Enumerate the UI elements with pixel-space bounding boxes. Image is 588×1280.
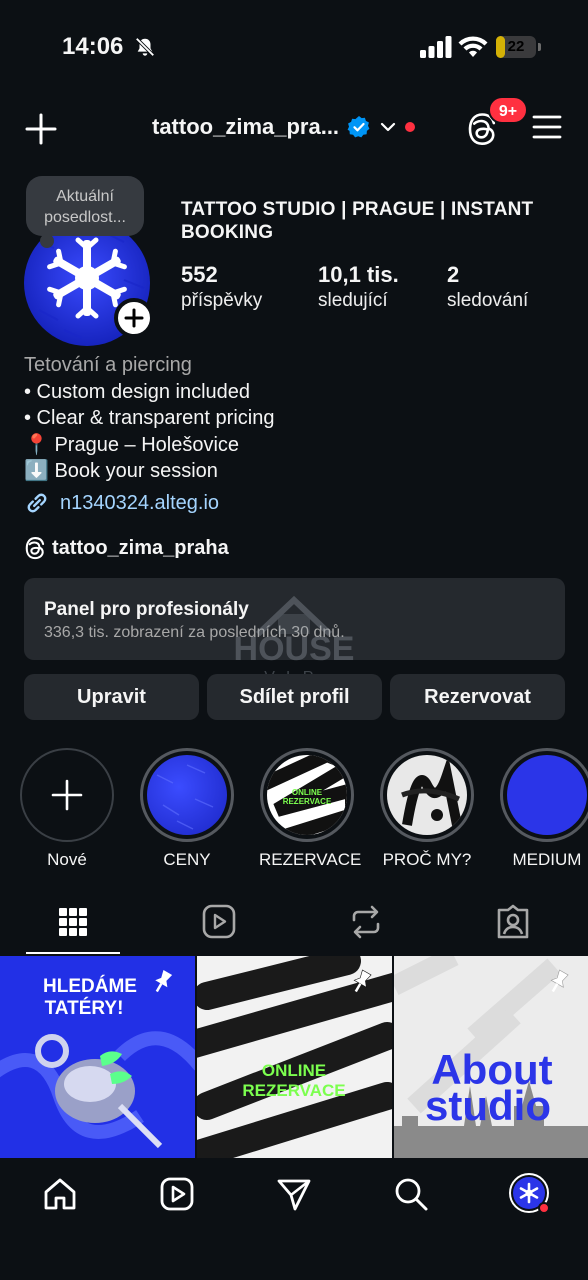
post-image: ONLINE REZERVACE [197, 956, 392, 1158]
profile-actions: Upravit Sdílet profil Rezervovat [24, 674, 565, 720]
post-image: HLEDÁME TATÉRY! [0, 956, 195, 1158]
followers-count-value: 10,1 tis. [318, 262, 399, 287]
highlight-medium[interactable]: MEDIUM [499, 748, 588, 870]
blue-fur-texture [156, 764, 214, 830]
note-bubble-tail [40, 234, 54, 248]
highlight-cover [387, 755, 467, 835]
followers-count[interactable]: 10,1 tis. sledující [318, 262, 399, 314]
post-thumbnail[interactable]: About studio [394, 956, 588, 1158]
notification-badge: 9+ [488, 96, 528, 124]
graffiti-cover [401, 755, 462, 826]
post-text: TATÉRY! [45, 997, 124, 1019]
threads-profile-link[interactable]: tattoo_zima_praha [24, 536, 229, 560]
highlight-ceny[interactable]: CENY [139, 748, 235, 870]
post-thumbnail[interactable]: ONLINE REZERVACE [197, 956, 392, 1158]
threads-handle: tattoo_zima_praha [52, 536, 229, 559]
profile-category: Tetování a piercing [24, 354, 192, 376]
search-icon[interactable] [393, 1176, 429, 1212]
threads-icon [25, 536, 45, 560]
post-text: HLEDÁME [43, 975, 137, 997]
grid-posts-icon[interactable] [53, 904, 93, 940]
profile-header: tattoo_zima_pra... 9+ [0, 96, 588, 156]
highlight-cover [507, 755, 587, 835]
account-switcher[interactable]: tattoo_zima_pra... [152, 114, 416, 140]
posts-grid: HLEDÁME TATÉRY! ONLINE REZERVACE About s… [0, 956, 588, 1158]
posts-count-label: příspěvky [181, 290, 263, 311]
profile-summary: Aktuální posedlost... TATTOO STUDIO | PR… [0, 176, 588, 346]
new-highlight-ring [20, 748, 114, 842]
profile-tabs [0, 896, 588, 954]
highlight-label: REZERVACE [259, 850, 362, 869]
following-count-label: sledování [447, 290, 529, 311]
display-name: TATTOO STUDIO | PRAGUE | INSTANT BOOKING [181, 199, 534, 243]
highlight-ring [140, 748, 234, 842]
wifi-icon [458, 36, 488, 57]
note-bubble[interactable]: Aktuální posedlost... [26, 176, 144, 236]
status-time: 14:06 [62, 33, 124, 60]
followers-count-label: sledující [318, 290, 388, 311]
post-thumbnail[interactable]: HLEDÁME TATÉRY! [0, 956, 195, 1158]
reposts-tab-icon[interactable] [346, 904, 386, 940]
bell-off-icon [135, 37, 155, 57]
bio: Tetování a piercing • Custom design incl… [24, 352, 564, 485]
post-text: REZERVACE [242, 1081, 345, 1100]
highlight-label: Nové [47, 850, 87, 869]
highlight-new[interactable]: Nové [19, 748, 115, 870]
reels-tab-icon[interactable] [199, 904, 239, 940]
edit-profile-button[interactable]: Upravit [24, 674, 199, 720]
post-text: studio [425, 1082, 551, 1129]
menu-hamburger-icon[interactable] [532, 114, 562, 140]
bio-line: 📍 Prague – Holešovice [24, 433, 240, 456]
highlight-label: PROČ MY? [382, 850, 472, 869]
highlight-ring [380, 748, 474, 842]
create-plus-icon[interactable] [24, 112, 58, 146]
share-profile-button[interactable]: Sdílet profil [207, 674, 382, 720]
bio-line: ⬇️ Book your session [24, 460, 218, 482]
username: tattoo_zima_pra... [152, 114, 340, 139]
highlight-cover [147, 755, 227, 835]
highlight-cover: ONLINE REZERVACE [267, 755, 347, 835]
posts-count-value: 552 [181, 262, 218, 287]
status-bar: 14:06 22 [0, 0, 588, 90]
chevron-down-icon [380, 122, 396, 132]
posts-count[interactable]: 552 příspěvky [181, 262, 262, 314]
plus-icon [124, 308, 144, 328]
following-count-value: 2 [447, 262, 460, 287]
watermark-word: HOUSE [234, 630, 355, 668]
book-button[interactable]: Rezervovat [390, 674, 565, 720]
cellular-signal-icon [420, 36, 452, 58]
bottom-navigation [0, 1158, 588, 1280]
profile-link[interactable]: n1340324.alteg.io [24, 490, 219, 516]
story-highlights: Nové CENY ONLINE REZERVACE REZERVACE PRO… [0, 748, 588, 872]
reels-icon[interactable] [159, 1176, 195, 1212]
highlight-proc-my[interactable]: PROČ MY? [379, 748, 475, 870]
highlight-ring [500, 748, 588, 842]
direct-messages-icon[interactable] [276, 1176, 312, 1212]
link-icon [27, 493, 47, 513]
tagged-tab-icon[interactable] [493, 904, 533, 940]
plus-icon [51, 779, 83, 811]
verified-badge-icon [347, 116, 370, 138]
bio-line: • Custom design included [24, 380, 251, 403]
highlight-label: CENY [163, 850, 211, 869]
bio-line: • Clear & transparent pricing [24, 407, 275, 429]
highlight-rezervace[interactable]: ONLINE REZERVACE REZERVACE [259, 748, 362, 870]
profile-link-text: n1340324.alteg.io [60, 491, 220, 514]
highlight-label: MEDIUM [512, 850, 582, 869]
post-text: ONLINE [262, 1061, 326, 1080]
profile-avatar-icon[interactable] [508, 1172, 552, 1216]
battery-indicator: 22 [496, 36, 536, 58]
cover-text: ONLINE [292, 788, 323, 797]
add-story-button[interactable] [114, 298, 154, 338]
home-icon[interactable] [42, 1176, 78, 1212]
battery-level: 22 [507, 38, 525, 55]
active-tab-indicator [26, 952, 120, 954]
brush-stroke-cover: ONLINE REZERVACE [267, 755, 347, 835]
cover-text: REZERVACE [283, 797, 332, 806]
unread-dot [405, 122, 416, 132]
highlight-ring: ONLINE REZERVACE [260, 748, 354, 842]
battery-nub [538, 43, 541, 51]
post-image: About studio [394, 956, 588, 1158]
following-count[interactable]: 2 sledování [447, 262, 528, 314]
